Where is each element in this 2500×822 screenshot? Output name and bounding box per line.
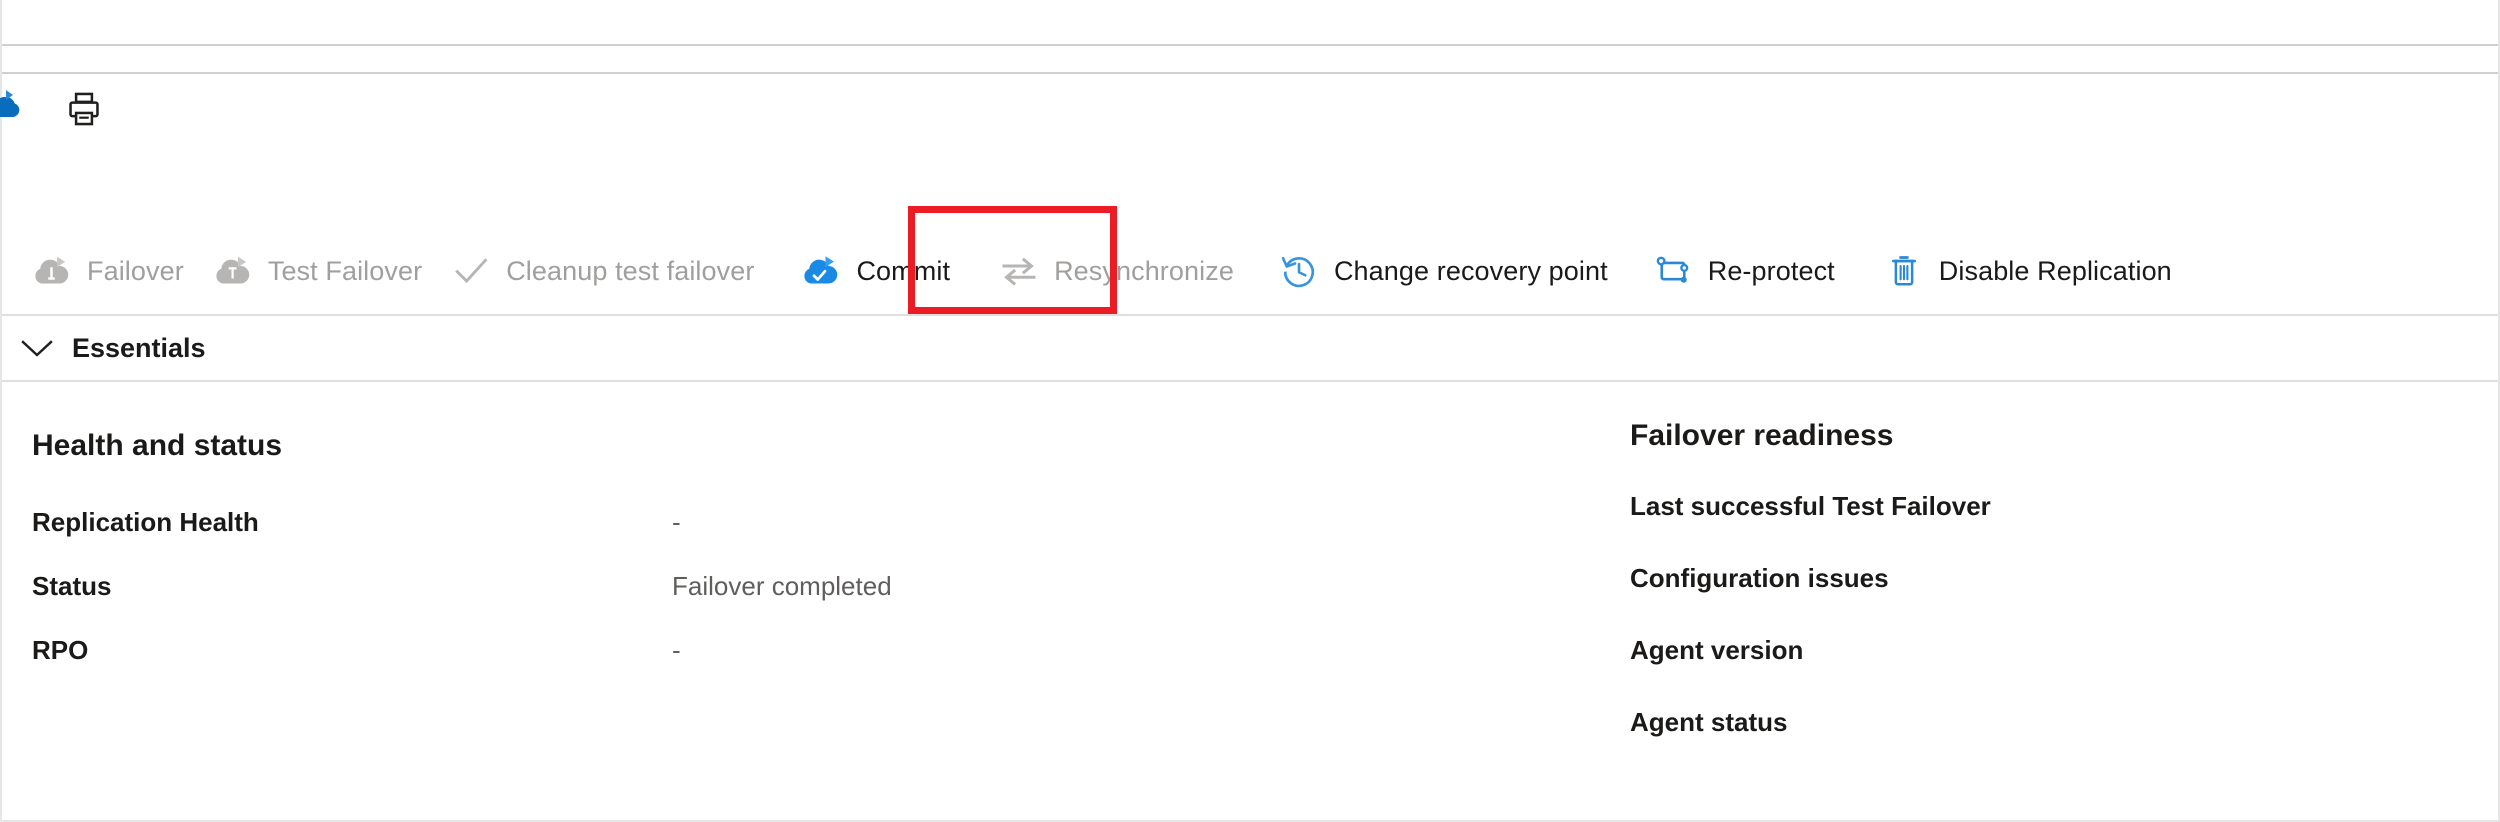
toolbar-label: Resynchronize: [1054, 255, 1234, 286]
print-button[interactable]: [60, 86, 108, 132]
trash-bin-icon: [1884, 251, 1924, 291]
row-value: -: [672, 635, 681, 665]
checkmark-icon: [451, 251, 491, 291]
partial-cloud-icon: [0, 88, 20, 128]
essentials-divider: [2, 380, 2498, 382]
toolbar-item-resynchronize[interactable]: Resynchronize: [987, 240, 1251, 302]
row-key: Configuration issues: [1630, 563, 1889, 593]
toolbar-label: Commit: [856, 255, 951, 286]
toolbar-item-change-recovery-point[interactable]: Change recovery point: [1267, 240, 1625, 302]
toolbar-item-commit[interactable]: Commit: [785, 240, 967, 302]
row-value: Failover completed: [672, 571, 892, 601]
test-failover-cloud-icon: [213, 251, 253, 291]
toolbar-item-test-failover[interactable]: Test Failover: [201, 240, 439, 302]
essentials-label: Essentials: [72, 332, 206, 363]
row-value: -: [672, 507, 681, 537]
row-key: Status: [32, 571, 112, 601]
toolbar-item-cleanup-test-failover[interactable]: Cleanup test failover: [439, 240, 771, 302]
essentials-toggle[interactable]: Essentials: [2, 316, 2498, 380]
health-and-status-title: Health and status: [32, 429, 283, 462]
failover-readiness-list: Last successful Test Failover Configurat…: [1630, 491, 2490, 779]
commit-cloud-check-icon: [801, 251, 841, 291]
replication-item-blade: Failover Test Failover Cleanup test fail…: [0, 0, 2500, 822]
table-row: Agent status: [1630, 707, 2490, 779]
health-and-status-list: Replication Health - Status Failover com…: [32, 507, 1602, 699]
printer-icon: [69, 92, 99, 126]
toolbar-item-disable-replication[interactable]: Disable Replication: [1872, 240, 2189, 302]
toolbar-label: Change recovery point: [1333, 255, 1608, 286]
row-key: RPO: [32, 635, 89, 665]
row-key: Replication Health: [32, 507, 259, 537]
top-divider-2: [2, 72, 2498, 74]
toolbar-label: Cleanup test failover: [506, 255, 755, 286]
toolbar-label: Disable Replication: [1938, 255, 2172, 286]
toolbar-label: Failover: [87, 255, 184, 286]
failover-readiness-title: Failover readiness: [1630, 419, 1894, 452]
top-divider-1: [2, 44, 2498, 46]
clock-history-icon: [1279, 251, 1319, 291]
health-and-status-pane: Health and status Replication Health - S…: [32, 400, 1602, 699]
row-key: Last successful Test Failover: [1630, 491, 1991, 521]
table-row: Replication Health -: [32, 507, 1602, 571]
toolbar-label: Test Failover: [267, 255, 423, 286]
failover-cloud-icon: [32, 251, 72, 291]
re-protect-icon: [1653, 251, 1693, 291]
sync-arrows-icon: [999, 251, 1039, 291]
toolbar-item-re-protect[interactable]: Re-protect: [1641, 240, 1852, 302]
table-row: Last successful Test Failover: [1630, 491, 2490, 563]
table-row: Agent version: [1630, 635, 2490, 707]
toolbar-label: Re-protect: [1707, 255, 1835, 286]
row-key: Agent version: [1630, 635, 1804, 665]
failover-readiness-pane: Failover readiness Last successful Test …: [1630, 400, 2490, 779]
table-row: RPO -: [32, 635, 1602, 699]
table-row: Status Failover completed: [32, 571, 1602, 635]
row-key: Agent status: [1630, 707, 1788, 737]
chevron-down-icon: [16, 327, 58, 369]
table-row: Configuration issues: [1630, 563, 2490, 635]
command-toolbar: Failover Test Failover Cleanup test fail…: [2, 228, 2498, 314]
toolbar-item-failover[interactable]: Failover: [20, 240, 201, 302]
